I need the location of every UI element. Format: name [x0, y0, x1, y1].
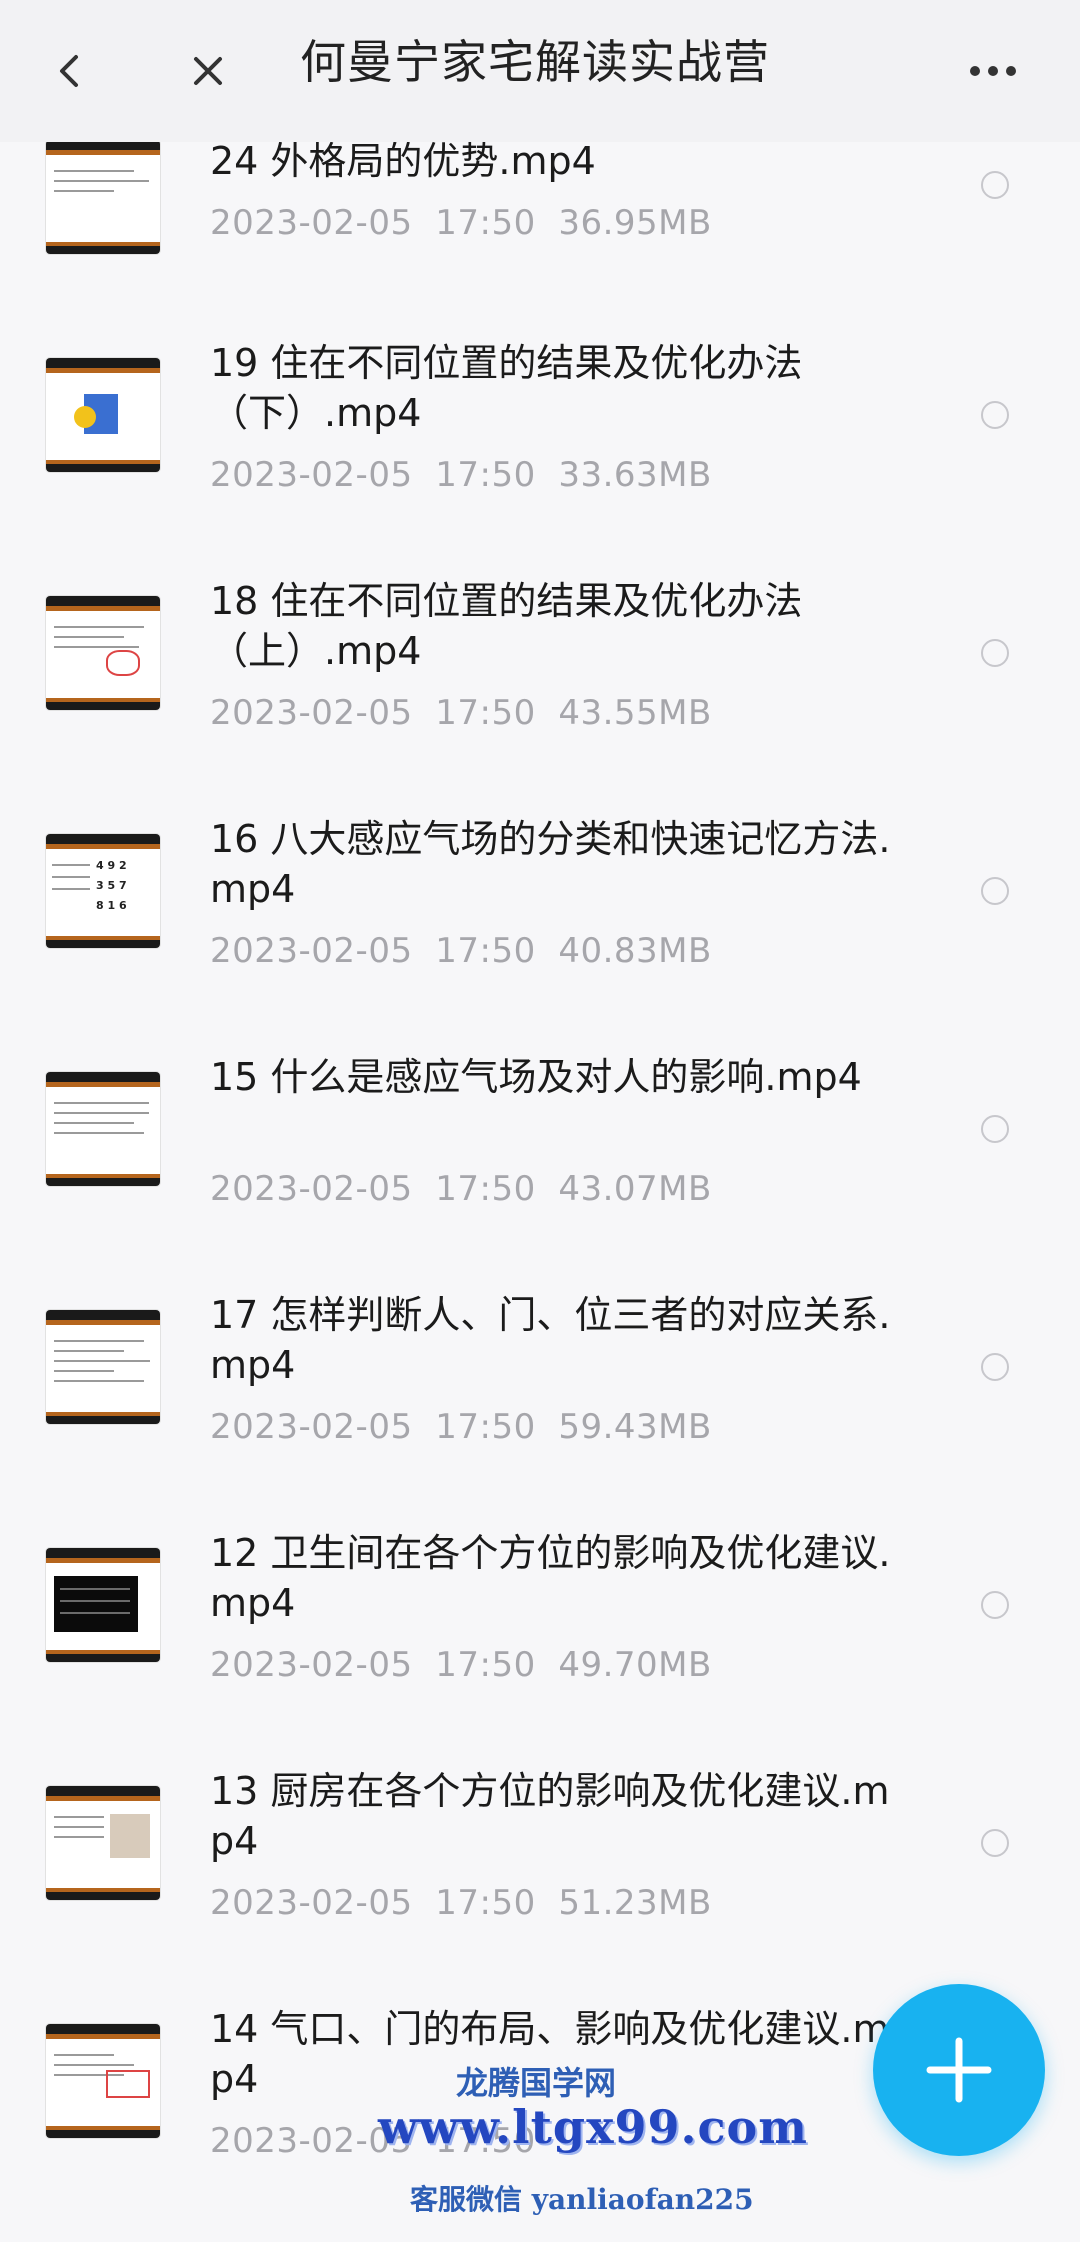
file-name: 16 八大感应气场的分类和快速记忆方法.mp4 [210, 817, 891, 911]
list-item[interactable]: 19 住在不同位置的结果及优化办法（下）.mp4 2023-02-05 17:5… [0, 338, 1080, 576]
file-meta: 2023-02-05 17:50 36.95MB [210, 203, 712, 243]
select-radio[interactable] [981, 877, 1009, 905]
file-meta: 2023-02-05 17:50 43.07MB [210, 1169, 712, 1209]
list-item[interactable]: 18 住在不同位置的结果及优化办法（上）.mp4 2023-02-05 17:5… [0, 576, 1080, 814]
chevron-left-icon[interactable] [25, 26, 115, 116]
video-thumbnail [46, 596, 160, 710]
select-radio[interactable] [981, 1591, 1009, 1619]
list-item[interactable]: 13 厨房在各个方位的影响及优化建议.mp4 2023-02-05 17:50 … [0, 1766, 1080, 2004]
file-name: 19 住在不同位置的结果及优化办法（下）.mp4 [210, 341, 803, 435]
select-radio[interactable] [981, 1829, 1009, 1857]
list-item[interactable]: 15 什么是感应气场及对人的影响.mp4 2023-02-05 17:50 43… [0, 1052, 1080, 1290]
close-icon[interactable] [163, 26, 253, 116]
watermark-url: www.ltgx99.com [378, 2100, 808, 2154]
page-title: 何曼宁家宅解读实战营 [300, 35, 770, 89]
file-name: 13 厨房在各个方位的影响及优化建议.mp4 [210, 1769, 890, 1863]
video-thumbnail [46, 1548, 160, 1662]
watermark-contact: 客服微信 yanliaofan225 [410, 2183, 754, 2216]
file-name: 18 住在不同位置的结果及优化办法（上）.mp4 [210, 579, 803, 673]
video-thumbnail [46, 140, 160, 254]
plus-icon [926, 2037, 992, 2103]
select-radio[interactable] [981, 401, 1009, 429]
file-name: 12 卫生间在各个方位的影响及优化建议.mp4 [210, 1531, 891, 1625]
video-thumbnail [46, 358, 160, 472]
file-name: 15 什么是感应气场及对人的影响.mp4 [210, 1055, 862, 1099]
file-name: 17 怎样判断人、门、位三者的对应关系.mp4 [210, 1293, 891, 1387]
add-button[interactable] [873, 1984, 1045, 2156]
video-thumbnail [46, 1786, 160, 1900]
video-thumbnail [46, 1310, 160, 1424]
list-item[interactable]: 17 怎样判断人、门、位三者的对应关系.mp4 2023-02-05 17:50… [0, 1290, 1080, 1528]
file-meta: 2023-02-05 17:50 33.63MB [210, 455, 712, 495]
file-name: 24 外格局的优势.mp4 [210, 139, 596, 183]
file-meta: 2023-02-05 17:50 43.55MB [210, 693, 712, 733]
file-meta: 2023-02-05 17:50 49.70MB [210, 1645, 712, 1685]
app-header: 何曼宁家宅解读实战营 [0, 0, 1080, 142]
list-item[interactable]: 4 9 23 5 78 1 6 16 八大感应气场的分类和快速记忆方法.mp4 … [0, 814, 1080, 1052]
video-thumbnail [46, 2024, 160, 2138]
more-horizontal-icon[interactable] [948, 26, 1038, 116]
select-radio[interactable] [981, 1353, 1009, 1381]
video-thumbnail [46, 1072, 160, 1186]
file-meta: 2023-02-05 17:50 40.83MB [210, 931, 712, 971]
list-item[interactable]: 12 卫生间在各个方位的影响及优化建议.mp4 2023-02-05 17:50… [0, 1528, 1080, 1766]
select-radio[interactable] [981, 639, 1009, 667]
watermark-site-name: 龙腾国学网 [456, 2064, 617, 2102]
select-radio[interactable] [981, 1115, 1009, 1143]
video-thumbnail: 4 9 23 5 78 1 6 [46, 834, 160, 948]
select-radio[interactable] [981, 171, 1009, 199]
file-meta: 2023-02-05 17:50 59.43MB [210, 1407, 712, 1447]
file-meta: 2023-02-05 17:50 51.23MB [210, 1883, 712, 1923]
